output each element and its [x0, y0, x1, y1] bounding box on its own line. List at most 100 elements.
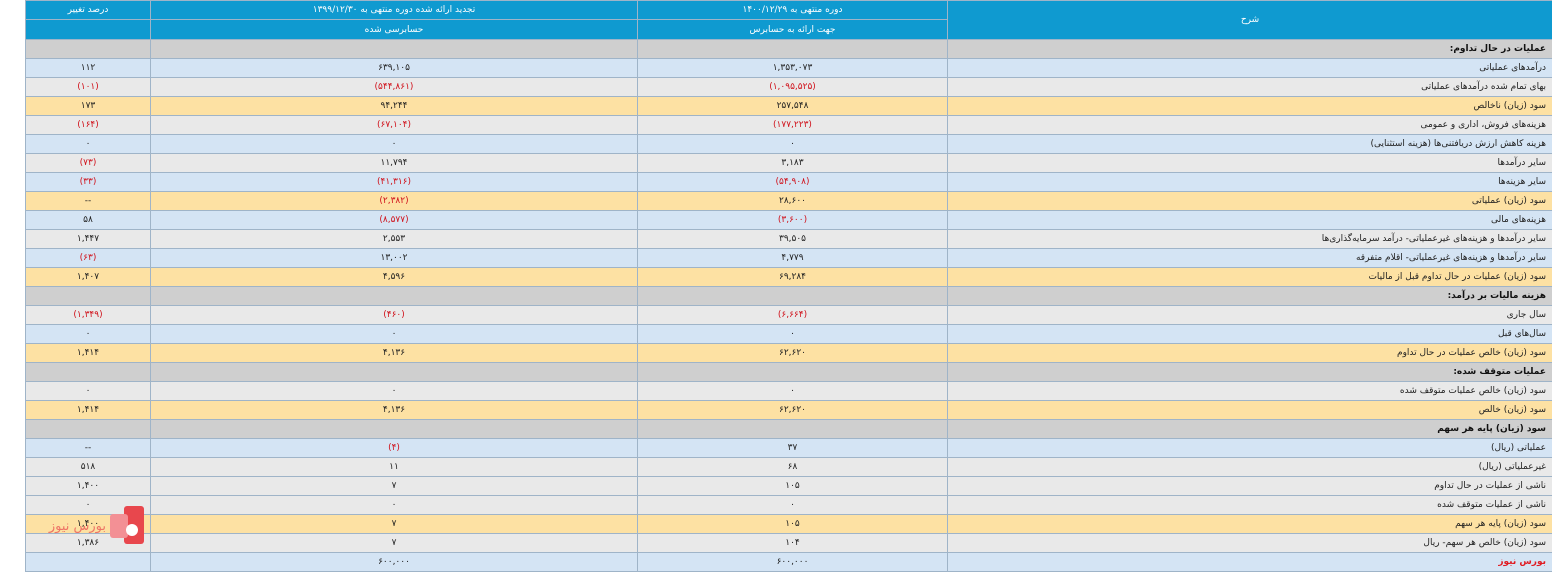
current-value-cell: ۱۰۵ — [637, 476, 948, 496]
current-value-cell: ۰ — [637, 381, 948, 401]
table-row: ۱,۴۰۰ ۷ ۱۰۵ ناشی از عملیات در حال تداوم — [25, 476, 1552, 496]
prior-value-cell: ۰ — [150, 324, 638, 344]
prior-value-cell: ۱۱ — [150, 457, 638, 477]
change-pct-cell: ۱,۴۱۴ — [25, 343, 151, 363]
description-cell: سایر درآمدها و هزینه‌های غیرعملیاتی- اقل… — [947, 248, 1552, 268]
current-value-cell: (۶,۶۶۴) — [637, 305, 948, 325]
current-value-cell: ۶۹,۲۸۴ — [637, 267, 948, 287]
description-cell: سود (زیان) پایه هر سهم — [947, 514, 1552, 534]
current-value-cell: (۳,۶۰۰) — [637, 210, 948, 230]
prior-value-cell: ۰ — [150, 495, 638, 515]
description-cell: عملیات متوقف شده: — [947, 362, 1552, 382]
current-value-cell — [637, 362, 948, 382]
current-value-cell: ۶۲,۶۲۰ — [637, 343, 948, 363]
description-cell: هزینه‌های مالی — [947, 210, 1552, 230]
description-cell: ناشی از عملیات در حال تداوم — [947, 476, 1552, 496]
table-row: ۱۱۲ ۶۳۹,۱۰۵ ۱,۳۵۳,۰۷۳ درآمدهای عملیاتی — [25, 58, 1552, 78]
footer-prior-cell: ۶۰۰,۰۰۰ — [150, 552, 638, 572]
header-row: درصد تغییر تجدید ارائه شده دوره منتهی به… — [25, 0, 1552, 40]
change-pct-cell: (۷۳) — [25, 153, 151, 173]
prior-value-cell: ۷ — [150, 533, 638, 553]
current-value-cell: ۰ — [637, 495, 948, 515]
section-row: عملیات متوقف شده: — [25, 362, 1552, 382]
current-value-cell: ۳,۱۸۳ — [637, 153, 948, 173]
prior-value-cell: ۴,۱۳۶ — [150, 400, 638, 420]
change-pct-cell — [25, 39, 151, 59]
footer-change-cell — [25, 552, 151, 572]
prior-value-cell — [150, 39, 638, 59]
change-pct-cell: -- — [25, 438, 151, 458]
current-value-cell: ۶۲,۶۲۰ — [637, 400, 948, 420]
income-statement-table: درصد تغییر تجدید ارائه شده دوره منتهی به… — [25, 0, 1552, 572]
change-pct-cell: -- — [25, 191, 151, 211]
prior-value-cell: (۴۱,۳۱۶) — [150, 172, 638, 192]
table-row: ۱,۴۰۰ ۷ ۱۰۵ سود (زیان) پایه هر سهم — [25, 514, 1552, 534]
change-pct-cell: ۵۸ — [25, 210, 151, 230]
prior-value-cell: ۷ — [150, 476, 638, 496]
table-row: (۱۰۱) (۵۴۴,۸۶۱) (۱,۰۹۵,۵۲۵) بهای تمام شده د… — [25, 77, 1552, 97]
description-cell: سود (زیان) خالص عملیات در حال تداوم — [947, 343, 1552, 363]
prior-period-header: تجدید ارائه شده دوره منتهی به ۱۳۹۹/۱۲/۳۰ — [150, 0, 638, 20]
change-pct-cell: (۱۶۴) — [25, 115, 151, 135]
description-cell: عملیاتی (ریال) — [947, 438, 1552, 458]
current-value-cell: ۱۰۴ — [637, 533, 948, 553]
change-pct-cell — [25, 419, 151, 439]
prior-value-cell: ۱۳,۰۰۲ — [150, 248, 638, 268]
prior-status-header: حسابرسی شده — [150, 19, 638, 40]
description-cell: سود (زیان) عملیاتی — [947, 191, 1552, 211]
description-cell: سود (زیان) ناخالص — [947, 96, 1552, 116]
prior-value-cell: ۹۴,۲۴۴ — [150, 96, 638, 116]
description-header: شرح — [947, 0, 1552, 40]
prior-value-cell: (۵۴۴,۸۶۱) — [150, 77, 638, 97]
current-value-cell: (۱,۰۹۵,۵۲۵) — [637, 77, 948, 97]
prior-value-cell: ۴,۵۹۶ — [150, 267, 638, 287]
prior-value-cell — [150, 286, 638, 306]
description-cell: عملیات در حال تداوم: — [947, 39, 1552, 59]
change-pct-cell: ۱,۴۰۰ — [25, 476, 151, 496]
change-pct-cell: ۱۷۳ — [25, 96, 151, 116]
change-pct-subheader — [25, 19, 151, 40]
table-row: -- (۲,۳۸۲) ۲۸,۶۰۰ سود (زیان) عملیاتی — [25, 191, 1552, 211]
current-value-cell — [637, 419, 948, 439]
table-row: ۱۷۳ ۹۴,۲۴۴ ۲۵۷,۵۴۸ سود (زیان) ناخالص — [25, 96, 1552, 116]
table-row: -- (۴) ۳۷ عملیاتی (ریال) — [25, 438, 1552, 458]
prior-value-cell: ۶۳۹,۱۰۵ — [150, 58, 638, 78]
description-cell: هزینه کاهش ارزش دریافتنی‌ها (هزینه استثن… — [947, 134, 1552, 154]
table-row: ۰ ۰ ۰ هزینه کاهش ارزش دریافتنی‌ها (هزینه اس… — [25, 134, 1552, 154]
prior-value-cell: ۰ — [150, 134, 638, 154]
change-pct-cell: ۱,۴۰۷ — [25, 267, 151, 287]
current-value-cell: ۲۸,۶۰۰ — [637, 191, 948, 211]
table-row: (۱۶۴) (۶۷,۱۰۴) (۱۷۷,۲۲۳) هزینه‌های فروش، اد… — [25, 115, 1552, 135]
table-row: ۵۸ (۸,۵۷۷) (۳,۶۰۰) هزینه‌های مالی — [25, 210, 1552, 230]
table-row: ۰ ۰ ۰ سود (زیان) خالص عملیات متوقف شده — [25, 381, 1552, 401]
prior-value-cell: (۶۷,۱۰۴) — [150, 115, 638, 135]
description-cell: ناشی از عملیات متوقف شده — [947, 495, 1552, 515]
table-row: ۰ ۰ ۰ ناشی از عملیات متوقف شده — [25, 495, 1552, 515]
current-value-cell: ۶۸ — [637, 457, 948, 477]
description-cell: سال جاری — [947, 305, 1552, 325]
table-row: (۳۳) (۴۱,۳۱۶) (۵۴,۹۰۸) سایر هزینه‌ها — [25, 172, 1552, 192]
section-row: سود (زیان) پایه هر سهم — [25, 419, 1552, 439]
footer-row: ۶۰۰,۰۰۰ ۶۰۰,۰۰۰ بورس نیوز — [25, 552, 1552, 572]
change-pct-cell: ۱,۴۱۴ — [25, 400, 151, 420]
footer-brand-cell: بورس نیوز — [947, 552, 1552, 572]
prior-value-cell — [150, 419, 638, 439]
current-value-cell: ۲۵۷,۵۴۸ — [637, 96, 948, 116]
current-value-cell: ۱,۳۵۳,۰۷۳ — [637, 58, 948, 78]
change-pct-cell: ۰ — [25, 324, 151, 344]
current-value-cell: (۵۴,۹۰۸) — [637, 172, 948, 192]
footer-current-cell: ۶۰۰,۰۰۰ — [637, 552, 948, 572]
description-cell: سایر درآمدها و هزینه‌های غیرعملیاتی- درآ… — [947, 229, 1552, 249]
report-container: درصد تغییر تجدید ارائه شده دوره منتهی به… — [25, 0, 1552, 572]
table-row: (۷۳) ۱۱,۷۹۴ ۳,۱۸۳ سایر درآمدها — [25, 153, 1552, 173]
description-cell: سال‌های قبل — [947, 324, 1552, 344]
change-pct-cell: ۱,۴۴۷ — [25, 229, 151, 249]
current-value-cell: (۱۷۷,۲۲۳) — [637, 115, 948, 135]
current-value-cell: ۳۹,۵۰۵ — [637, 229, 948, 249]
current-value-cell — [637, 39, 948, 59]
current-value-cell: ۱۰۵ — [637, 514, 948, 534]
table-row: ۱,۴۱۴ ۴,۱۳۶ ۶۲,۶۲۰ سود (زیان) خالص — [25, 400, 1552, 420]
prior-value-cell: ۷ — [150, 514, 638, 534]
change-pct-cell: ۰ — [25, 381, 151, 401]
description-cell: بهای تمام شده درآمدهای عملیاتی — [947, 77, 1552, 97]
